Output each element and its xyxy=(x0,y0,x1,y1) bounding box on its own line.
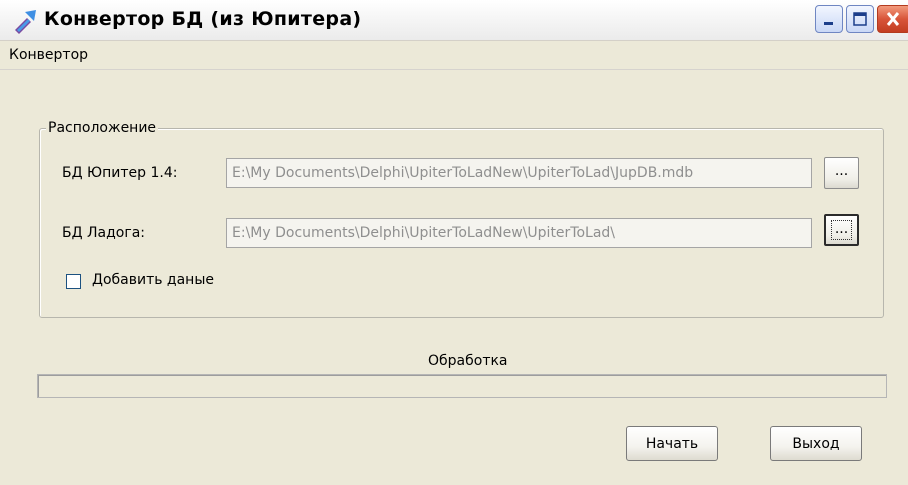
start-button-label: Начать xyxy=(645,436,699,452)
progress-label: Обработка xyxy=(428,353,508,369)
title-bar[interactable]: Конвертор БД (из Юпитера) xyxy=(0,0,908,41)
window-title: Конвертор БД (из Юпитера) xyxy=(44,8,362,30)
append-data-checkbox[interactable] xyxy=(66,274,81,289)
jupiter-db-label: БД Юпитер 1.4: xyxy=(62,165,178,181)
close-icon xyxy=(886,12,900,26)
exit-button[interactable]: Выход xyxy=(770,426,862,461)
append-data-label[interactable]: Добавить даные xyxy=(92,272,214,288)
ladoga-db-label: БД Ладога: xyxy=(62,225,145,241)
minimize-button[interactable] xyxy=(815,5,843,33)
maximize-icon xyxy=(853,12,867,26)
close-button[interactable] xyxy=(877,5,908,33)
ladoga-browse-button[interactable]: ... xyxy=(824,214,859,246)
ladoga-db-path-field[interactable]: E:\My Documents\Delphi\UpiterToLadNew\Up… xyxy=(226,218,812,248)
focus-indicator xyxy=(831,220,852,240)
start-button[interactable]: Начать xyxy=(626,426,718,461)
jupiter-browse-button[interactable]: ... xyxy=(824,157,859,189)
jupiter-db-path-field[interactable]: E:\My Documents\Delphi\UpiterToLadNew\Up… xyxy=(226,158,812,188)
menu-bar: Конвертор xyxy=(0,41,908,70)
menu-item-converter[interactable]: Конвертор xyxy=(9,47,88,63)
maximize-button[interactable] xyxy=(846,5,874,33)
jupiter-browse-label: ... xyxy=(834,163,849,179)
main-window: Конвертор БД (из Юпитера) Конвертор Расп… xyxy=(0,0,908,485)
minimize-icon xyxy=(824,22,833,25)
progress-bar xyxy=(37,374,887,398)
app-arrow-icon xyxy=(12,8,38,34)
client-area: Расположение БД Юпитер 1.4: E:\My Docume… xyxy=(0,70,908,485)
exit-button-label: Выход xyxy=(792,436,840,452)
location-group-legend: Расположение xyxy=(46,120,159,136)
